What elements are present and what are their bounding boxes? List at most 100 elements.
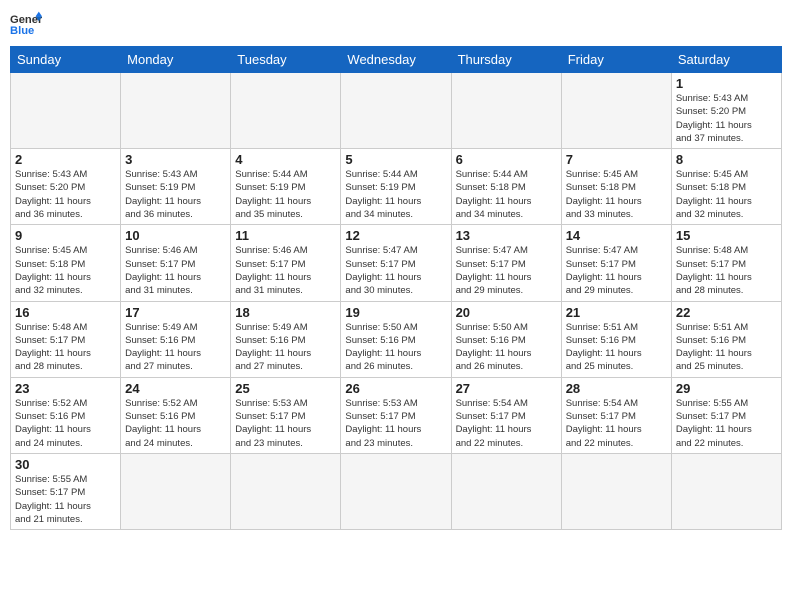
calendar-cell — [121, 73, 231, 149]
day-info: Sunrise: 5:55 AM Sunset: 5:17 PM Dayligh… — [15, 473, 116, 526]
day-number: 19 — [345, 305, 446, 320]
calendar-cell: 25Sunrise: 5:53 AM Sunset: 5:17 PM Dayli… — [231, 377, 341, 453]
calendar-cell: 7Sunrise: 5:45 AM Sunset: 5:18 PM Daylig… — [561, 149, 671, 225]
day-number: 26 — [345, 381, 446, 396]
calendar-cell — [231, 453, 341, 529]
day-number: 18 — [235, 305, 336, 320]
calendar-cell: 4Sunrise: 5:44 AM Sunset: 5:19 PM Daylig… — [231, 149, 341, 225]
day-number: 25 — [235, 381, 336, 396]
calendar-cell: 26Sunrise: 5:53 AM Sunset: 5:17 PM Dayli… — [341, 377, 451, 453]
calendar-table: SundayMondayTuesdayWednesdayThursdayFrid… — [10, 46, 782, 530]
day-number: 22 — [676, 305, 777, 320]
calendar-cell: 21Sunrise: 5:51 AM Sunset: 5:16 PM Dayli… — [561, 301, 671, 377]
calendar-cell: 10Sunrise: 5:46 AM Sunset: 5:17 PM Dayli… — [121, 225, 231, 301]
day-info: Sunrise: 5:51 AM Sunset: 5:16 PM Dayligh… — [676, 321, 777, 374]
weekday-header-sunday: Sunday — [11, 47, 121, 73]
day-number: 12 — [345, 228, 446, 243]
day-number: 3 — [125, 152, 226, 167]
day-number: 13 — [456, 228, 557, 243]
day-info: Sunrise: 5:46 AM Sunset: 5:17 PM Dayligh… — [125, 244, 226, 297]
calendar-cell: 20Sunrise: 5:50 AM Sunset: 5:16 PM Dayli… — [451, 301, 561, 377]
day-info: Sunrise: 5:47 AM Sunset: 5:17 PM Dayligh… — [456, 244, 557, 297]
day-info: Sunrise: 5:43 AM Sunset: 5:20 PM Dayligh… — [676, 92, 777, 145]
week-row-3: 9Sunrise: 5:45 AM Sunset: 5:18 PM Daylig… — [11, 225, 782, 301]
calendar-cell — [671, 453, 781, 529]
calendar-cell: 14Sunrise: 5:47 AM Sunset: 5:17 PM Dayli… — [561, 225, 671, 301]
calendar-cell: 27Sunrise: 5:54 AM Sunset: 5:17 PM Dayli… — [451, 377, 561, 453]
day-number: 4 — [235, 152, 336, 167]
day-number: 11 — [235, 228, 336, 243]
calendar-cell — [11, 73, 121, 149]
day-info: Sunrise: 5:48 AM Sunset: 5:17 PM Dayligh… — [15, 321, 116, 374]
day-number: 15 — [676, 228, 777, 243]
day-info: Sunrise: 5:51 AM Sunset: 5:16 PM Dayligh… — [566, 321, 667, 374]
day-info: Sunrise: 5:47 AM Sunset: 5:17 PM Dayligh… — [345, 244, 446, 297]
day-number: 8 — [676, 152, 777, 167]
logo-icon: General Blue — [10, 10, 42, 38]
week-row-2: 2Sunrise: 5:43 AM Sunset: 5:20 PM Daylig… — [11, 149, 782, 225]
day-number: 6 — [456, 152, 557, 167]
day-number: 28 — [566, 381, 667, 396]
day-number: 2 — [15, 152, 116, 167]
calendar-cell — [231, 73, 341, 149]
calendar-cell: 12Sunrise: 5:47 AM Sunset: 5:17 PM Dayli… — [341, 225, 451, 301]
calendar-cell: 29Sunrise: 5:55 AM Sunset: 5:17 PM Dayli… — [671, 377, 781, 453]
calendar-cell: 13Sunrise: 5:47 AM Sunset: 5:17 PM Dayli… — [451, 225, 561, 301]
calendar-cell: 1Sunrise: 5:43 AM Sunset: 5:20 PM Daylig… — [671, 73, 781, 149]
day-info: Sunrise: 5:44 AM Sunset: 5:18 PM Dayligh… — [456, 168, 557, 221]
weekday-header-friday: Friday — [561, 47, 671, 73]
calendar-cell: 30Sunrise: 5:55 AM Sunset: 5:17 PM Dayli… — [11, 453, 121, 529]
day-info: Sunrise: 5:54 AM Sunset: 5:17 PM Dayligh… — [456, 397, 557, 450]
calendar-cell: 24Sunrise: 5:52 AM Sunset: 5:16 PM Dayli… — [121, 377, 231, 453]
day-info: Sunrise: 5:45 AM Sunset: 5:18 PM Dayligh… — [566, 168, 667, 221]
day-number: 20 — [456, 305, 557, 320]
day-info: Sunrise: 5:49 AM Sunset: 5:16 PM Dayligh… — [125, 321, 226, 374]
calendar-cell: 28Sunrise: 5:54 AM Sunset: 5:17 PM Dayli… — [561, 377, 671, 453]
calendar-cell — [121, 453, 231, 529]
day-info: Sunrise: 5:43 AM Sunset: 5:20 PM Dayligh… — [15, 168, 116, 221]
week-row-4: 16Sunrise: 5:48 AM Sunset: 5:17 PM Dayli… — [11, 301, 782, 377]
week-row-6: 30Sunrise: 5:55 AM Sunset: 5:17 PM Dayli… — [11, 453, 782, 529]
calendar-cell: 18Sunrise: 5:49 AM Sunset: 5:16 PM Dayli… — [231, 301, 341, 377]
day-info: Sunrise: 5:49 AM Sunset: 5:16 PM Dayligh… — [235, 321, 336, 374]
calendar-cell: 23Sunrise: 5:52 AM Sunset: 5:16 PM Dayli… — [11, 377, 121, 453]
calendar-cell: 8Sunrise: 5:45 AM Sunset: 5:18 PM Daylig… — [671, 149, 781, 225]
calendar-cell: 15Sunrise: 5:48 AM Sunset: 5:17 PM Dayli… — [671, 225, 781, 301]
day-info: Sunrise: 5:52 AM Sunset: 5:16 PM Dayligh… — [15, 397, 116, 450]
day-number: 17 — [125, 305, 226, 320]
day-info: Sunrise: 5:43 AM Sunset: 5:19 PM Dayligh… — [125, 168, 226, 221]
day-number: 27 — [456, 381, 557, 396]
week-row-1: 1Sunrise: 5:43 AM Sunset: 5:20 PM Daylig… — [11, 73, 782, 149]
header: General Blue — [10, 10, 782, 38]
calendar-cell: 2Sunrise: 5:43 AM Sunset: 5:20 PM Daylig… — [11, 149, 121, 225]
weekday-header-saturday: Saturday — [671, 47, 781, 73]
calendar-cell: 3Sunrise: 5:43 AM Sunset: 5:19 PM Daylig… — [121, 149, 231, 225]
day-number: 16 — [15, 305, 116, 320]
calendar-cell: 5Sunrise: 5:44 AM Sunset: 5:19 PM Daylig… — [341, 149, 451, 225]
day-info: Sunrise: 5:50 AM Sunset: 5:16 PM Dayligh… — [345, 321, 446, 374]
calendar-cell — [451, 73, 561, 149]
day-number: 24 — [125, 381, 226, 396]
day-info: Sunrise: 5:45 AM Sunset: 5:18 PM Dayligh… — [15, 244, 116, 297]
calendar-cell: 6Sunrise: 5:44 AM Sunset: 5:18 PM Daylig… — [451, 149, 561, 225]
day-info: Sunrise: 5:55 AM Sunset: 5:17 PM Dayligh… — [676, 397, 777, 450]
calendar-cell — [561, 453, 671, 529]
day-info: Sunrise: 5:54 AM Sunset: 5:17 PM Dayligh… — [566, 397, 667, 450]
calendar-cell — [561, 73, 671, 149]
page: General Blue SundayMondayTuesdayWednesda… — [0, 0, 792, 612]
day-info: Sunrise: 5:53 AM Sunset: 5:17 PM Dayligh… — [345, 397, 446, 450]
weekday-header-monday: Monday — [121, 47, 231, 73]
day-number: 7 — [566, 152, 667, 167]
svg-text:Blue: Blue — [10, 25, 34, 37]
calendar-cell: 16Sunrise: 5:48 AM Sunset: 5:17 PM Dayli… — [11, 301, 121, 377]
logo: General Blue — [10, 10, 42, 38]
day-info: Sunrise: 5:45 AM Sunset: 5:18 PM Dayligh… — [676, 168, 777, 221]
day-number: 1 — [676, 76, 777, 91]
day-number: 10 — [125, 228, 226, 243]
day-number: 21 — [566, 305, 667, 320]
calendar-cell — [341, 73, 451, 149]
day-number: 14 — [566, 228, 667, 243]
weekday-header-wednesday: Wednesday — [341, 47, 451, 73]
day-number: 30 — [15, 457, 116, 472]
day-info: Sunrise: 5:52 AM Sunset: 5:16 PM Dayligh… — [125, 397, 226, 450]
